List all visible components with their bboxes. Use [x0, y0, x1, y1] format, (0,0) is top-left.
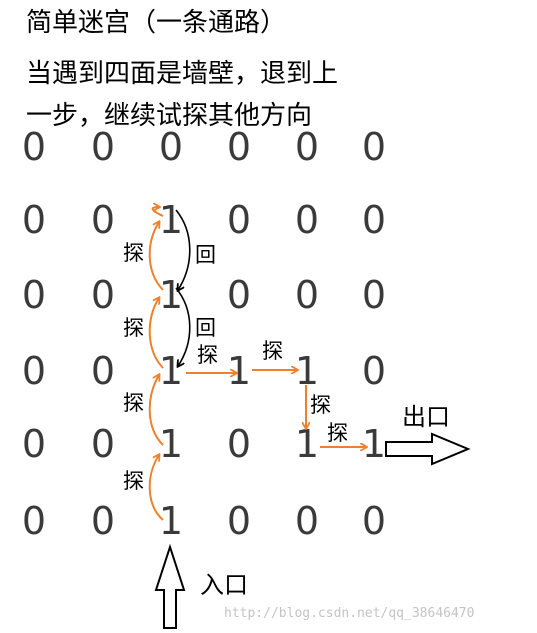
maze-cell-r5-c4: 0 — [295, 499, 319, 543]
maze-cell-r2-c5: 0 — [362, 273, 386, 317]
maze-cell-r1-c4: 0 — [295, 198, 319, 242]
maze-cell-r0-c1: 0 — [91, 125, 115, 169]
probe-label-4: 探 — [123, 469, 144, 493]
maze-cell-r2-c3: 0 — [227, 273, 251, 317]
maze-cell-r0-c5: 0 — [362, 125, 386, 169]
back-label-1: 回 — [195, 243, 216, 267]
maze-cell-r1-c2: 1 — [159, 198, 183, 242]
maze-cell-r4-c1: 0 — [91, 422, 115, 466]
maze-cell-r0-c0: 0 — [22, 125, 46, 169]
maze-cell-r5-c1: 0 — [91, 499, 115, 543]
maze-cell-r0-c3: 0 — [227, 125, 251, 169]
back-label-2: 回 — [195, 316, 216, 340]
maze-cell-r2-c4: 0 — [295, 273, 319, 317]
maze-cell-r5-c0: 0 — [22, 499, 46, 543]
maze-cell-r5-c3: 0 — [227, 499, 251, 543]
maze-cell-r1-c3: 0 — [227, 198, 251, 242]
probe-label-7: 探 — [310, 393, 331, 417]
exit-label: 出口 — [402, 403, 450, 431]
maze-cell-r4-c0: 0 — [22, 422, 46, 466]
maze-cell-r3-c5: 0 — [362, 349, 386, 393]
watermark: http://blog.csdn.net/qq_38646470 — [224, 606, 474, 621]
maze-cell-r4-c4: 1 — [295, 422, 319, 466]
maze-cell-r4-c5: 1 — [362, 422, 386, 466]
maze-diagram: 0 0 0 0 0 00 0 1 0 0 00 0 1 0 0 00 0 1 1 1 00 0 1 0 1 10 0 1 0 0 0 探 探… — [22, 125, 474, 629]
maze-cell-r5-c5: 0 — [362, 499, 386, 543]
probe-label-1: 探 — [123, 241, 144, 265]
probe-label-8: 探 — [327, 421, 348, 445]
maze-cell-r3-c2: 1 — [159, 349, 183, 393]
maze-cell-r5-c2: 1 — [159, 499, 183, 543]
maze-cell-r2-c2: 1 — [159, 273, 183, 317]
maze-cell-r2-c0: 0 — [22, 273, 46, 317]
maze-cell-r2-c1: 0 — [91, 273, 115, 317]
entrance-arrow-icon — [154, 543, 186, 629]
maze-cell-r3-c1: 0 — [91, 349, 115, 393]
maze-cell-r3-c0: 0 — [22, 349, 46, 393]
maze-cell-r1-c0: 0 — [22, 198, 46, 242]
maze-cell-r3-c3: 1 — [227, 349, 251, 393]
probe-label-2: 探 — [123, 316, 144, 340]
maze-cell-r4-c3: 0 — [227, 422, 251, 466]
maze-cell-r0-c2: 0 — [159, 125, 183, 169]
exit-arrow-icon — [385, 432, 471, 466]
entrance-label: 入口 — [200, 571, 248, 599]
probe-label-3: 探 — [123, 391, 144, 415]
maze-cell-r0-c4: 0 — [295, 125, 319, 169]
maze-cell-r1-c5: 0 — [362, 198, 386, 242]
probe-label-6: 探 — [262, 339, 283, 363]
probe-label-5: 探 — [197, 343, 218, 367]
maze-cell-r1-c1: 0 — [91, 198, 115, 242]
